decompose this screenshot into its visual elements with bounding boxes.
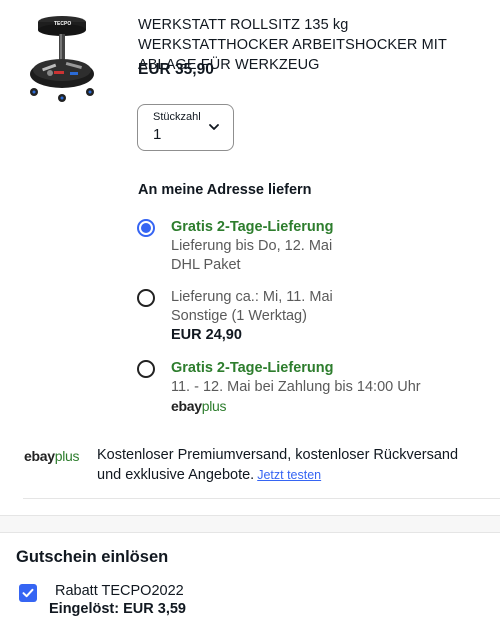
voucher-heading: Gutschein einlösen bbox=[16, 548, 169, 566]
delivery-option-carrier: DHL Paket bbox=[171, 257, 241, 273]
ebay-plus-logo: ebayplus bbox=[171, 398, 227, 414]
chevron-down-icon bbox=[209, 124, 219, 130]
svg-text:TECPO: TECPO bbox=[54, 21, 71, 27]
product-image[interactable]: TECPO bbox=[20, 14, 104, 104]
quantity-label: Stückzahl bbox=[153, 111, 201, 123]
ebay-plus-logo: ebayplus bbox=[24, 448, 80, 464]
voucher-name: Rabatt TECPO2022 bbox=[55, 583, 184, 599]
delivery-option-price: EUR 24,90 bbox=[171, 327, 242, 343]
try-now-link[interactable]: Jetzt testen bbox=[257, 468, 321, 482]
quantity-value: 1 bbox=[153, 126, 162, 143]
divider bbox=[23, 498, 500, 499]
delivery-option-title: Gratis 2-Tage-Lieferung bbox=[171, 360, 334, 376]
radio-unselected-icon[interactable] bbox=[137, 289, 155, 307]
quantity-select[interactable]: Stückzahl 1 bbox=[137, 104, 234, 151]
section-separator bbox=[0, 515, 500, 533]
ebay-plus-promo: Kostenloser Premiumversand, kostenloser … bbox=[97, 445, 482, 485]
product-price: EUR 35,90 bbox=[138, 61, 214, 78]
voucher-checkbox[interactable] bbox=[19, 584, 37, 602]
delivery-option-carrier: Sonstige (1 Werktag) bbox=[171, 308, 307, 324]
radio-selected-icon[interactable] bbox=[137, 219, 155, 237]
delivery-option-date: Lieferung bis Do, 12. Mai bbox=[171, 238, 333, 254]
delivery-option-date: 11. - 12. Mai bei Zahlung bis 14:00 Uhr bbox=[171, 379, 421, 395]
work-stool-image: TECPO bbox=[30, 16, 94, 102]
voucher-amount: Eingelöst: EUR 3,59 bbox=[49, 601, 186, 617]
delivery-option-date: Lieferung ca.: Mi, 11. Mai bbox=[171, 289, 333, 305]
delivery-heading: An meine Adresse liefern bbox=[138, 182, 312, 198]
radio-unselected-icon[interactable] bbox=[137, 360, 155, 378]
delivery-option-title: Gratis 2-Tage-Lieferung bbox=[171, 219, 334, 235]
checkmark-icon bbox=[22, 588, 34, 598]
